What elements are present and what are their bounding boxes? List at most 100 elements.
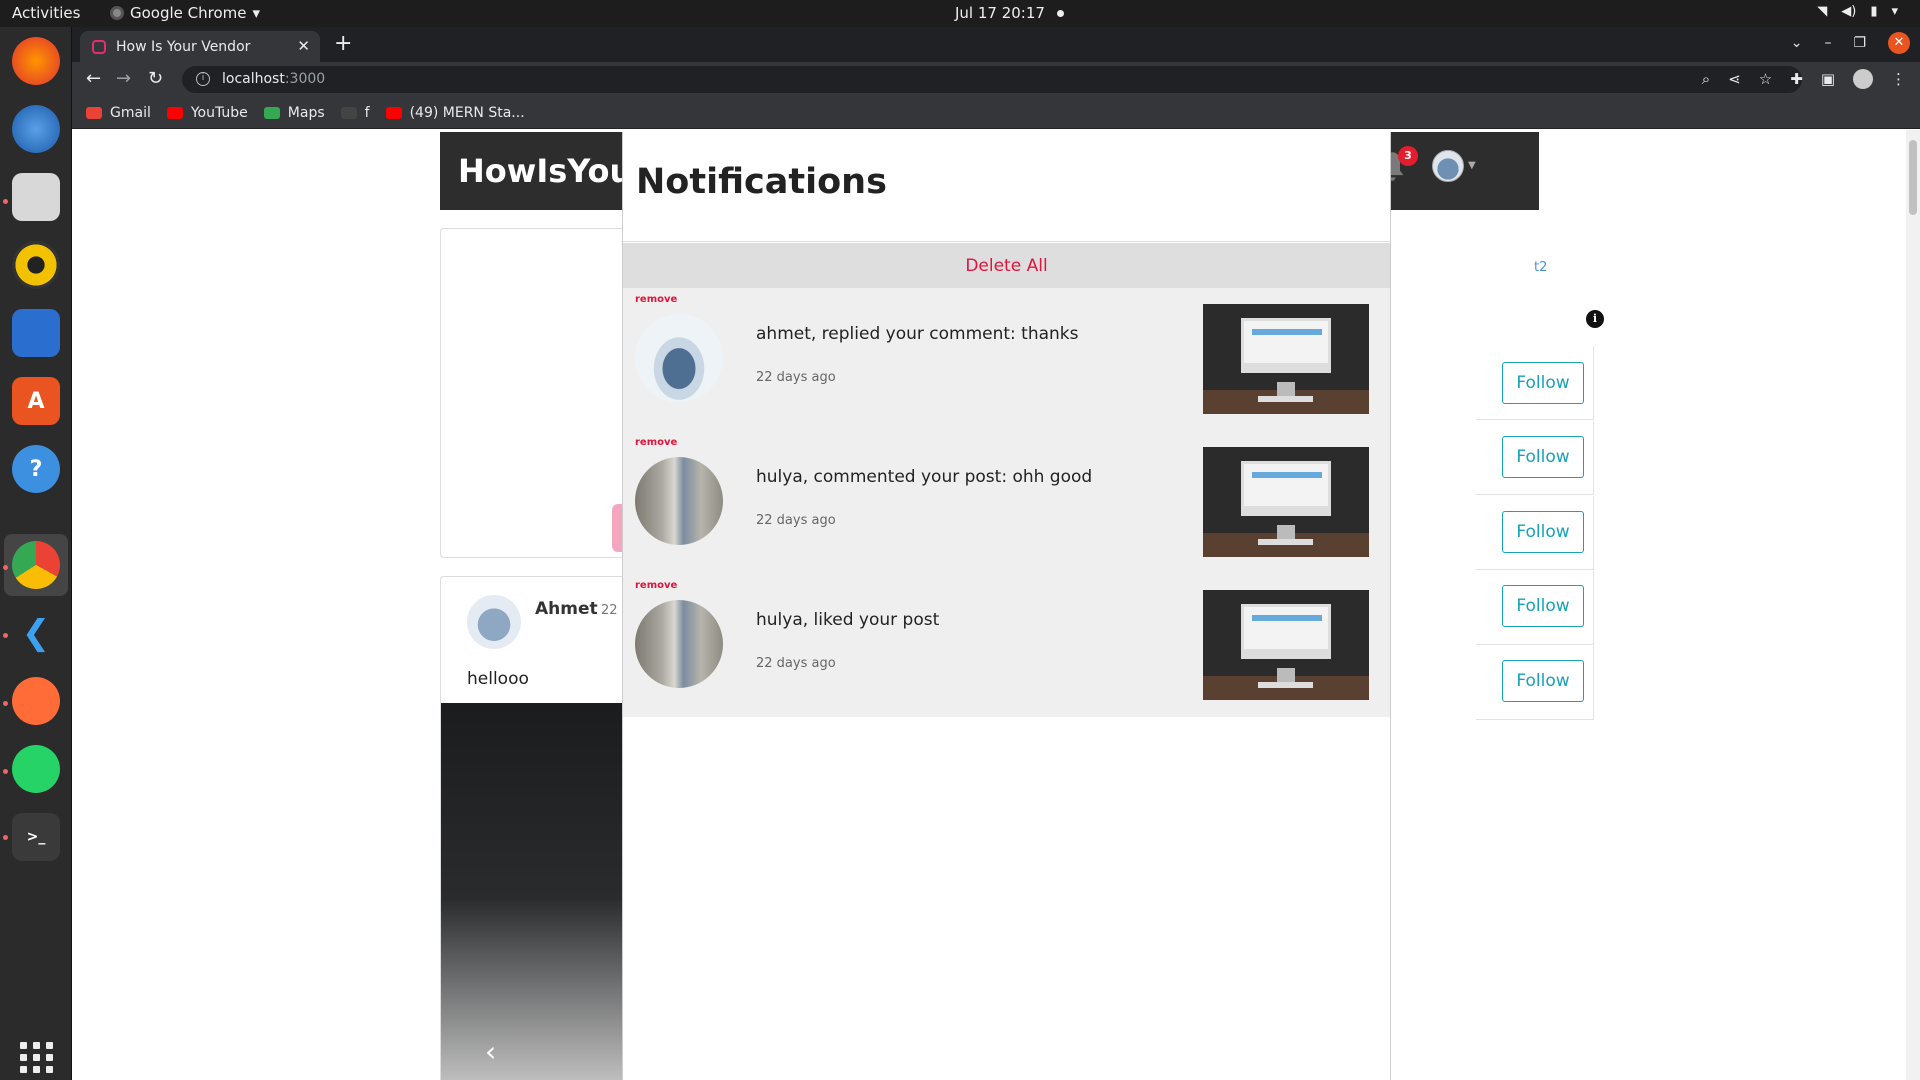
remove-button[interactable]: remove (635, 580, 677, 591)
post-text: hellooo (467, 669, 529, 689)
writer-icon[interactable] (12, 309, 60, 357)
user-avatar[interactable] (1432, 150, 1464, 182)
url-host: localhost (222, 71, 285, 87)
follow-button[interactable]: Follow (1502, 436, 1584, 478)
post-thumbnail[interactable] (1203, 304, 1369, 414)
close-tab-icon[interactable]: ✕ (297, 37, 310, 55)
help-icon[interactable]: ? (12, 445, 60, 493)
extensions-icon[interactable]: ✚ (1790, 70, 1803, 88)
film-icon (340, 106, 357, 119)
vscode-icon[interactable]: ❮ (12, 609, 60, 657)
caret-down-icon: ▾ (1891, 4, 1898, 19)
files-icon[interactable] (12, 173, 60, 221)
bookmark-mern[interactable]: (49) MERN Sta... (385, 105, 525, 121)
notification-text: ahmet, replied your comment: thanks (756, 324, 1079, 344)
notification-avatar[interactable] (635, 600, 723, 688)
maximize-button[interactable]: ❐ (1853, 35, 1866, 51)
bookmark-youtube[interactable]: YouTube (166, 105, 248, 121)
scrollbar-thumb[interactable] (1909, 140, 1917, 215)
running-indicator (3, 199, 8, 204)
post-thumbnail[interactable] (1203, 447, 1369, 557)
gmail-icon (86, 106, 102, 119)
post-author-name[interactable]: Ahmet (535, 599, 598, 619)
dock: A ? ❮ >_ (0, 27, 72, 1080)
chrome-icon[interactable] (12, 541, 60, 589)
notification-time: 22 days ago (756, 656, 836, 671)
share-icon[interactable]: ⋖ (1728, 70, 1741, 88)
delete-all-button[interactable]: Delete All (623, 243, 1390, 288)
menu-kebab-icon[interactable]: ⋮ (1891, 70, 1906, 88)
address-bar[interactable]: i localhost:3000 (182, 66, 1802, 93)
page-scrollbar[interactable] (1906, 130, 1920, 1080)
thunderbird-icon[interactable] (12, 105, 60, 153)
notifications-title: Notifications (636, 162, 887, 202)
firefox-icon[interactable] (12, 37, 60, 85)
follow-button[interactable]: Follow (1502, 585, 1584, 627)
new-tab-button[interactable]: + (334, 31, 352, 56)
notification-dot-icon (1056, 9, 1064, 17)
post-thumbnail[interactable] (1203, 590, 1369, 700)
caret-down-icon[interactable]: ▼ (1468, 160, 1476, 171)
notification-text: hulya, commented your post: ohh good (756, 467, 1093, 487)
minimize-button[interactable]: – (1824, 35, 1831, 51)
caret-down-icon: ▾ (252, 4, 261, 22)
app-menu[interactable]: Google Chrome ▾ (110, 4, 260, 22)
clock[interactable]: Jul 17 20:17 (955, 4, 1064, 22)
notifications-panel: Notifications Delete All remove ahmet, r… (622, 132, 1391, 1080)
chrome-icon (110, 6, 124, 20)
terminal-icon[interactable]: >_ (12, 813, 60, 861)
postman-icon[interactable] (12, 677, 60, 725)
sidebar-link[interactable]: t2 (1534, 260, 1547, 275)
rhythmbox-icon[interactable] (12, 241, 60, 289)
volume-icon: ◀) (1841, 4, 1857, 19)
system-tray[interactable]: ◥ ◀) ▮ ▾ (1817, 4, 1898, 19)
post-author-avatar[interactable] (467, 595, 521, 649)
os-top-bar: Activities Google Chrome ▾ Jul 17 20:17 … (0, 0, 1920, 27)
reload-icon[interactable]: ↻ (148, 68, 163, 89)
brand-logo[interactable]: HowIsYour (458, 152, 648, 190)
whatsapp-icon[interactable] (12, 745, 60, 793)
maps-icon (263, 106, 280, 119)
notification-item[interactable]: remove hulya, commented your post: ohh g… (623, 431, 1390, 574)
notification-text: hulya, liked your post (756, 610, 940, 630)
carousel-prev-icon[interactable]: ‹ (485, 1035, 496, 1068)
bookmark-f[interactable]: f (340, 105, 370, 121)
running-indicator (3, 633, 8, 638)
tab-title: How Is Your Vendor (116, 38, 251, 55)
show-apps-icon[interactable] (20, 1042, 54, 1073)
follow-button[interactable]: Follow (1502, 660, 1584, 702)
follow-button[interactable]: Follow (1502, 362, 1584, 404)
notification-avatar[interactable] (635, 457, 723, 545)
software-center-icon[interactable]: A (12, 377, 60, 425)
notification-item[interactable]: remove hulya, liked your post 22 days ag… (623, 574, 1390, 717)
back-icon[interactable]: ← (86, 68, 101, 89)
window-controls: ⌄ – ❐ ✕ (1791, 32, 1910, 54)
clock-text: Jul 17 20:17 (955, 4, 1045, 22)
bookmark-gmail[interactable]: Gmail (86, 105, 151, 121)
close-window-button[interactable]: ✕ (1888, 32, 1910, 54)
tab-how-is-your-vendor[interactable]: How Is Your Vendor ✕ (80, 31, 320, 62)
follow-button[interactable]: Follow (1502, 511, 1584, 553)
forward-icon[interactable]: → (116, 68, 131, 89)
activities-button[interactable]: Activities (12, 4, 80, 22)
profile-avatar[interactable] (1853, 69, 1873, 89)
tab-strip: How Is Your Vendor ✕ + ⌄ – ❐ ✕ (72, 27, 1920, 62)
toolbar-actions: ⌕ ⋖ ☆ ✚ ▣ ⋮ (1702, 69, 1906, 89)
app-name: Google Chrome (130, 4, 247, 22)
bookmark-maps[interactable]: Maps (263, 105, 325, 121)
info-icon[interactable]: i (1586, 310, 1604, 328)
wifi-icon: ◥ (1817, 4, 1828, 19)
notification-item[interactable]: remove ahmet, replied your comment: than… (623, 288, 1390, 431)
side-panel-icon[interactable]: ▣ (1821, 70, 1835, 88)
zoom-icon[interactable]: ⌕ (1702, 70, 1710, 88)
instagram-favicon-icon (92, 39, 106, 54)
battery-icon: ▮ (1870, 4, 1878, 19)
notifications-list: remove ahmet, replied your comment: than… (623, 288, 1390, 717)
remove-button[interactable]: remove (635, 437, 677, 448)
tab-search-icon[interactable]: ⌄ (1791, 35, 1803, 51)
site-info-icon[interactable]: i (196, 72, 210, 86)
url-port: :3000 (284, 71, 326, 87)
notification-avatar[interactable] (635, 314, 723, 402)
remove-button[interactable]: remove (635, 294, 677, 305)
bookmark-star-icon[interactable]: ☆ (1759, 70, 1772, 88)
